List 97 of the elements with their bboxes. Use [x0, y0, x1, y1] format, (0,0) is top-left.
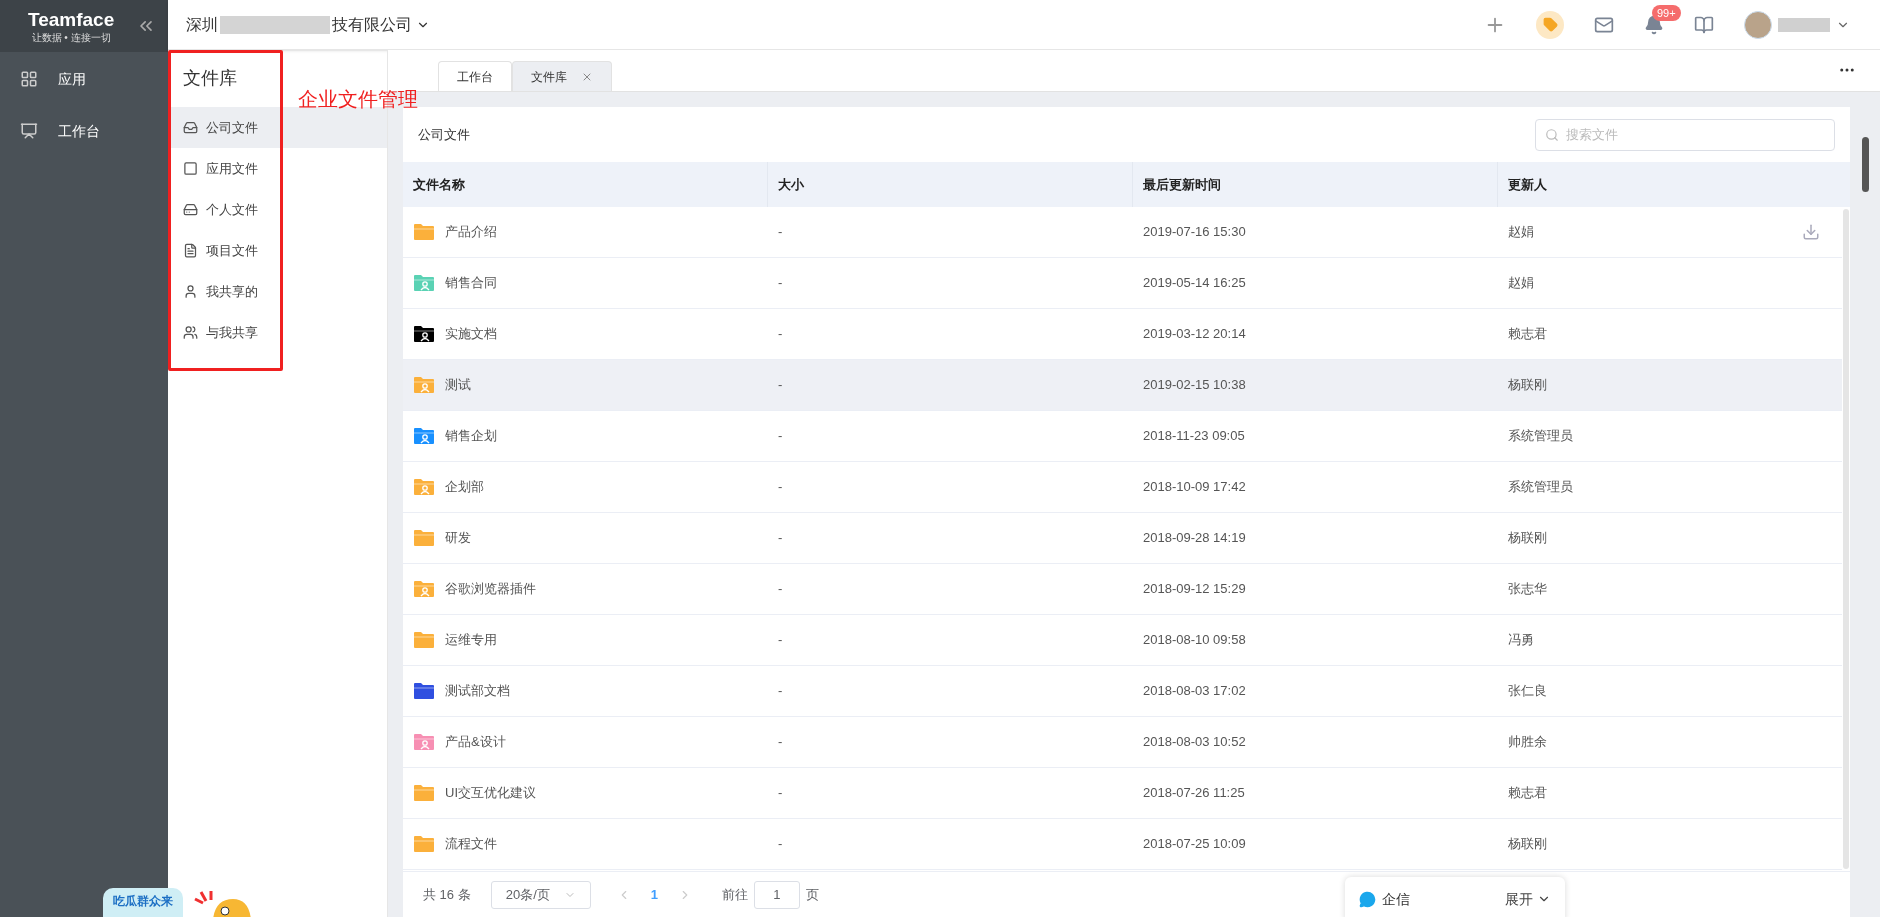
file-name[interactable]: 运维专用: [445, 630, 497, 650]
goto-page-field[interactable]: 1: [753, 880, 800, 909]
library-item[interactable]: 与我共享: [168, 312, 387, 353]
file-name[interactable]: 研发: [445, 528, 471, 548]
file-name[interactable]: 测试: [445, 375, 471, 395]
table-cell-text: -: [777, 478, 784, 497]
file-name[interactable]: 产品介绍: [445, 222, 497, 242]
drive-icon: [183, 202, 198, 217]
file-name[interactable]: 实施文档: [445, 324, 497, 344]
file-name[interactable]: 流程文件: [445, 834, 497, 854]
shared-icon: [183, 325, 198, 340]
promo-bubble[interactable]: 吃瓜群众来: [103, 888, 183, 917]
table-cell-text: 2018-08-03 17:02: [1142, 682, 1247, 701]
file-name[interactable]: 测试部文档: [445, 681, 510, 701]
table-cell-text: 杨联刚: [1508, 835, 1547, 854]
table-cell-text: 杨联刚: [1508, 529, 1547, 548]
section-title: 公司文件: [418, 125, 470, 144]
search-field[interactable]: 搜索文件: [1535, 118, 1835, 151]
download-icon[interactable]: [1802, 223, 1820, 241]
brand-logo: Teamface: [28, 7, 115, 32]
library-item[interactable]: 项目文件: [168, 230, 387, 271]
chat-icon: [1359, 890, 1376, 908]
table-cell-text: 赵娟: [1508, 274, 1534, 293]
table-cell-text: 2018-09-28 14:19: [1142, 529, 1247, 548]
table-cell-text: -: [777, 631, 784, 650]
library-item[interactable]: 我共享的: [168, 271, 387, 312]
table-cell-text: 冯勇: [1508, 631, 1534, 650]
table-cell-text: 2018-08-10 09:58: [1142, 631, 1247, 650]
tab[interactable]: 工作台: [438, 61, 512, 91]
total-count: 共 16 条: [423, 885, 471, 904]
table-cell-text: -: [777, 682, 784, 701]
table-cell-text: -: [777, 580, 784, 599]
file-name[interactable]: 企划部: [445, 477, 484, 497]
nav-item[interactable]: 工作台: [0, 106, 168, 156]
notification-badge: 99+: [1652, 4, 1681, 21]
table-cell-text: 赖志君: [1508, 784, 1547, 803]
table-cell-text: -: [777, 835, 784, 854]
library-item[interactable]: 应用文件: [168, 148, 387, 189]
nav-item[interactable]: 应用: [0, 54, 168, 104]
table-row[interactable]: 测试 - 2019-02-15 10:38 杨联刚: [403, 360, 1842, 411]
table-cell-text: 2018-09-12 15:29: [1142, 580, 1247, 599]
goto-label: 前往: [721, 885, 748, 904]
table-cell-text: 2018-07-25 10:09: [1142, 835, 1247, 854]
table-cell-text: 张仁良: [1508, 682, 1547, 701]
tag-icon: [1542, 17, 1558, 32]
page-size-select[interactable]: 20条/页: [490, 880, 591, 909]
table-cell-text: 2018-10-09 17:42: [1142, 478, 1247, 497]
file-name[interactable]: 销售企划: [445, 426, 497, 446]
table-cell-text: -: [777, 784, 784, 803]
table-cell-text: -: [777, 223, 784, 242]
table-cell-text: 系统管理员: [1508, 427, 1573, 446]
table-cell-text: -: [777, 529, 784, 548]
table-cell-text: 2019-02-15 10:38: [1142, 376, 1247, 395]
table-cell-text: -: [777, 733, 784, 752]
table-cell-text: 赵娟: [1508, 223, 1534, 242]
app-icon: [183, 161, 198, 176]
tag-button[interactable]: [1536, 10, 1564, 39]
table-cell-text: 帅胜余: [1508, 733, 1547, 752]
table-cell-text: -: [777, 274, 784, 293]
library-title: 文件库: [183, 67, 237, 90]
expand-toggle[interactable]: 展开: [1505, 888, 1551, 910]
user-icon: [183, 284, 198, 299]
table-cell-text: 张志华: [1508, 580, 1547, 599]
file-name[interactable]: UI交互优化建议: [445, 783, 536, 803]
tab[interactable]: 文件库: [512, 61, 612, 91]
table-cell-text: -: [777, 427, 784, 446]
chat-widget[interactable]: 企信 展开: [1345, 877, 1565, 917]
grid-icon: [20, 70, 38, 88]
table-cell-text: 2019-03-12 20:14: [1142, 325, 1247, 344]
library-item[interactable]: 个人文件: [168, 189, 387, 230]
table-cell-text: -: [777, 376, 784, 395]
table-cell-text: 赖志君: [1508, 325, 1547, 344]
page-scrollbar[interactable]: [1861, 137, 1869, 192]
cat-mascot-drawing: [193, 891, 251, 917]
presentation-icon: [20, 122, 38, 140]
column-header: 更新人: [1507, 175, 1548, 194]
table-cell-text: 2018-11-23 09:05: [1142, 427, 1246, 446]
table-cell-text: 2019-07-16 15:30: [1142, 223, 1247, 242]
chat-label: 企信: [1382, 889, 1410, 909]
table-cell-text: 2018-08-03 10:52: [1142, 733, 1247, 752]
table-cell-text: 2018-07-26 11:25: [1142, 784, 1246, 803]
project-icon: [183, 243, 198, 258]
file-name[interactable]: 销售合同: [445, 273, 497, 293]
inbox-icon: [183, 120, 198, 135]
file-name[interactable]: 谷歌浏览器插件: [445, 579, 536, 599]
company-selector[interactable]: 深圳 技有限公司: [186, 12, 430, 37]
brand-slogan: 让数据 • 连接一切: [31, 31, 111, 45]
table-cell-text: 杨联刚: [1508, 376, 1547, 395]
goto-unit: 页: [805, 885, 819, 904]
table-cell-text: 2019-05-14 16:25: [1142, 274, 1247, 293]
book-icon[interactable]: [1694, 14, 1714, 35]
table-cell-text: 系统管理员: [1508, 478, 1573, 497]
search-icon: [1545, 127, 1559, 142]
avatar[interactable]: [1744, 10, 1772, 39]
file-name[interactable]: 产品&设计: [445, 732, 506, 752]
blurred-username: [1778, 17, 1830, 32]
table-cell-text: -: [777, 325, 784, 344]
